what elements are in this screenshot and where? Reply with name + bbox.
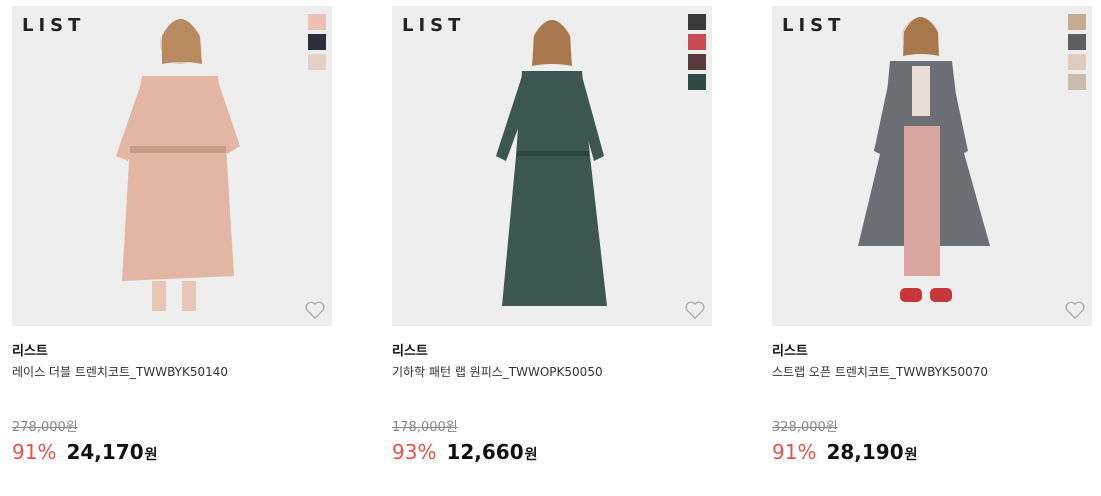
original-price: 328,000원 [772, 420, 838, 435]
discount-rate: 91% [12, 440, 57, 464]
discount-rate: 91% [772, 440, 817, 464]
color-swatches [688, 14, 706, 90]
brand-logo: LIST [402, 15, 466, 36]
original-price: 178,000원 [392, 420, 458, 435]
brand-name: 리스트 [772, 344, 808, 359]
color-swatch[interactable] [308, 14, 326, 30]
heart-icon[interactable] [1064, 300, 1086, 320]
model-photo [858, 17, 990, 302]
currency-unit: 원 [524, 447, 538, 463]
color-swatches [308, 14, 326, 70]
product-card[interactable]: LIST 리스트 레이스 더블 트렌치코트_TWWBYK50140 278,00… [12, 6, 332, 496]
product-image[interactable]: LIST [772, 6, 1092, 326]
model-photo [496, 20, 607, 306]
color-swatch[interactable] [688, 14, 706, 30]
product-name[interactable]: 기하학 패턴 랩 원피스_TWWOPK50050 [392, 363, 603, 380]
price-line: 91% 24,170 원 [12, 440, 158, 466]
product-name[interactable]: 레이스 더블 트렌치코트_TWWBYK50140 [12, 363, 228, 380]
sale-price: 28,190 [826, 440, 904, 464]
product-card[interactable]: LIST 리스트 기하학 패턴 랩 원피스_TWWOPK50050 178,00… [392, 6, 712, 496]
price-line: 93% 12,660 원 [392, 440, 538, 466]
sale-price: 24,170 [66, 440, 144, 464]
product-name[interactable]: 스트랩 오픈 트렌치코트_TWWBYK50070 [772, 363, 988, 380]
brand-name: 리스트 [392, 344, 428, 359]
model-photo [116, 19, 240, 311]
original-price: 278,000원 [12, 420, 78, 435]
color-swatch[interactable] [1068, 74, 1086, 90]
currency-unit: 원 [904, 447, 918, 463]
brand-logo: LIST [22, 15, 86, 36]
heart-icon[interactable] [684, 300, 706, 320]
color-swatch[interactable] [308, 34, 326, 50]
sale-price: 12,660 [446, 440, 524, 464]
color-swatch[interactable] [308, 54, 326, 70]
color-swatches [1068, 14, 1086, 90]
color-swatch[interactable] [1068, 54, 1086, 70]
product-image[interactable]: LIST [392, 6, 712, 326]
brand-logo: LIST [782, 15, 846, 36]
product-grid: LIST 리스트 레이스 더블 트렌치코트_TWWBYK50140 278,00… [12, 6, 1101, 496]
color-swatch[interactable] [688, 54, 706, 70]
color-swatch[interactable] [1068, 14, 1086, 30]
price-line: 91% 28,190 원 [772, 440, 918, 466]
discount-rate: 93% [392, 440, 437, 464]
color-swatch[interactable] [688, 34, 706, 50]
color-swatch[interactable] [1068, 34, 1086, 50]
heart-icon[interactable] [304, 300, 326, 320]
brand-name: 리스트 [12, 344, 48, 359]
product-card[interactable]: LIST 리스트 스트랩 오픈 트렌치코트_TWWBYK50070 328,00… [772, 6, 1092, 496]
product-image[interactable]: LIST [12, 6, 332, 326]
currency-unit: 원 [144, 447, 158, 463]
color-swatch[interactable] [688, 74, 706, 90]
